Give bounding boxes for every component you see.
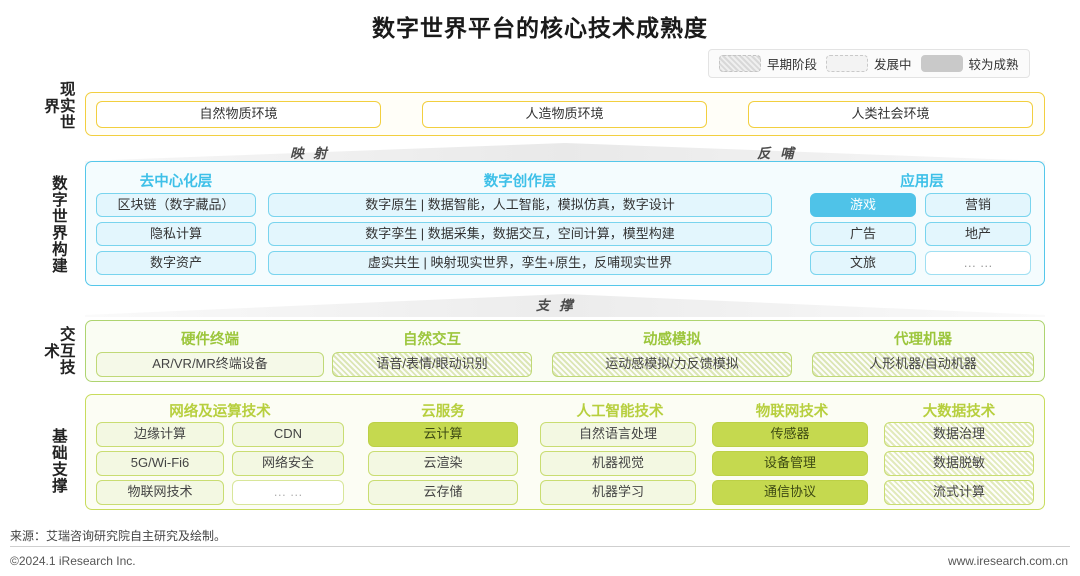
base-col-header-cloud: 云服务: [421, 404, 465, 420]
digital-chip-symbiosis[interactable]: 虚实共生 | 映射现实世界，孪生+原生，反哺现实世界: [268, 251, 772, 275]
base-chip-sensor[interactable]: 传感器: [712, 422, 868, 447]
base-chip-nlp[interactable]: 自然语言处理: [540, 422, 696, 447]
side-label-reality: 现实世界: [42, 81, 75, 131]
inter-col-header-motion: 动感模拟: [643, 332, 701, 348]
legend-label-mature: 较为成熟: [968, 58, 1019, 72]
band-label-feedback: 反 哺: [757, 146, 797, 161]
digital-chip-native[interactable]: 数字原生 | 数据智能，人工智能，模拟仿真，数字设计: [268, 193, 772, 217]
source-note: 来源：艾瑞咨询研究院自主研究及绘制。: [10, 529, 227, 543]
band-label-support: 支 撑: [536, 298, 576, 313]
support-band: 支 撑: [85, 291, 1045, 317]
app-chip-marketing[interactable]: 营销: [925, 193, 1031, 217]
inter-chip-humanoid-robot[interactable]: 人形机器/自动机器: [812, 352, 1034, 377]
digital-col-header-decentralization: 去中心化层: [139, 174, 213, 190]
base-chip-data-governance[interactable]: 数据治理: [884, 422, 1034, 447]
legend-item-mature: 较为成熟: [920, 54, 1019, 73]
base-chip-computer-vision[interactable]: 机器视觉: [540, 451, 696, 476]
footer-divider: [10, 546, 1070, 547]
base-col-header-bigdata: 大数据技术: [922, 404, 996, 420]
infographic-page: 数字世界平台的核心技术成熟度 早期阶段 发展中 较为成熟 现实世界 数字世界构建…: [0, 0, 1080, 576]
base-chip-edge-computing[interactable]: 边缘计算: [96, 422, 224, 447]
inter-col-header-hardware: 硬件终端: [181, 332, 239, 348]
legend-item-early: 早期阶段: [719, 54, 817, 73]
inter-col-header-natural: 自然交互: [403, 332, 461, 348]
page-title: 数字世界平台的核心技术成熟度: [372, 15, 708, 41]
base-chip-cloud-rendering[interactable]: 云渲染: [368, 451, 518, 476]
dashed-swatch-icon: [826, 55, 869, 72]
base-chip-network-more[interactable]: … …: [232, 480, 344, 505]
base-col-header-ai: 人工智能技术: [576, 404, 664, 420]
solid-swatch-icon: [920, 55, 963, 72]
app-chip-more[interactable]: … …: [925, 251, 1031, 275]
reality-chip-3[interactable]: 人类社会环境: [748, 101, 1033, 128]
digital-col-header-creation: 数字创作层: [483, 174, 557, 190]
digital-chip-privacy-compute[interactable]: 隐私计算: [96, 222, 256, 246]
legend-item-dev: 发展中: [826, 54, 912, 73]
legend-label-early: 早期阶段: [767, 58, 818, 72]
digital-chip-blockchain[interactable]: 区块链（数字藏品）: [96, 193, 256, 217]
website-link[interactable]: www.iresearch.com.cn: [948, 554, 1068, 568]
base-chip-5g-wifi6[interactable]: 5G/Wi-Fi6: [96, 451, 224, 476]
inter-col-header-agent: 代理机器: [894, 332, 952, 348]
digital-chip-twin[interactable]: 数字孪生 | 数据采集，数据交互，空间计算，模型构建: [268, 222, 772, 246]
inter-chip-motion-force[interactable]: 运动感模拟/力反馈模拟: [552, 352, 792, 377]
copyright-note: ©2024.1 iResearch Inc.: [10, 554, 136, 568]
legend: 早期阶段 发展中 较为成熟: [708, 49, 1030, 78]
app-chip-culture-tourism[interactable]: 文旅: [810, 251, 916, 275]
app-chip-advertising[interactable]: 广告: [810, 222, 916, 246]
inter-chip-arvrmr[interactable]: AR/VR/MR终端设备: [96, 352, 324, 377]
legend-label-dev: 发展中: [874, 58, 912, 72]
base-chip-data-masking[interactable]: 数据脱敏: [884, 451, 1034, 476]
band-label-mapping: 映 射: [290, 146, 330, 161]
base-chip-network-security[interactable]: 网络安全: [232, 451, 344, 476]
side-label-interaction: 交互技术: [42, 326, 75, 376]
hatched-swatch-icon: [719, 55, 761, 72]
side-label-digital: 数字世界构建: [49, 174, 67, 274]
base-chip-iot-tech[interactable]: 物联网技术: [96, 480, 224, 505]
base-chip-machine-learning[interactable]: 机器学习: [540, 480, 696, 505]
base-col-header-network: 网络及运算技术: [169, 404, 271, 420]
base-chip-comm-protocol[interactable]: 通信协议: [712, 480, 868, 505]
base-chip-device-management[interactable]: 设备管理: [712, 451, 868, 476]
digital-col-header-application: 应用层: [900, 174, 944, 190]
base-chip-cloud-computing[interactable]: 云计算: [368, 422, 518, 447]
app-chip-game[interactable]: 游戏: [810, 193, 916, 217]
reality-chip-1[interactable]: 自然物质环境: [96, 101, 381, 128]
base-col-header-iot: 物联网技术: [755, 404, 829, 420]
side-label-foundation: 基础支撑: [49, 428, 67, 494]
digital-chip-digital-asset[interactable]: 数字资产: [96, 251, 256, 275]
app-chip-realestate[interactable]: 地产: [925, 222, 1031, 246]
base-chip-cdn[interactable]: CDN: [232, 422, 344, 447]
base-chip-cloud-storage[interactable]: 云存储: [368, 480, 518, 505]
base-chip-stream-computing[interactable]: 流式计算: [884, 480, 1034, 505]
inter-chip-voice-expression-eye[interactable]: 语音/表情/眼动识别: [332, 352, 532, 377]
reality-chip-2[interactable]: 人造物质环境: [422, 101, 707, 128]
